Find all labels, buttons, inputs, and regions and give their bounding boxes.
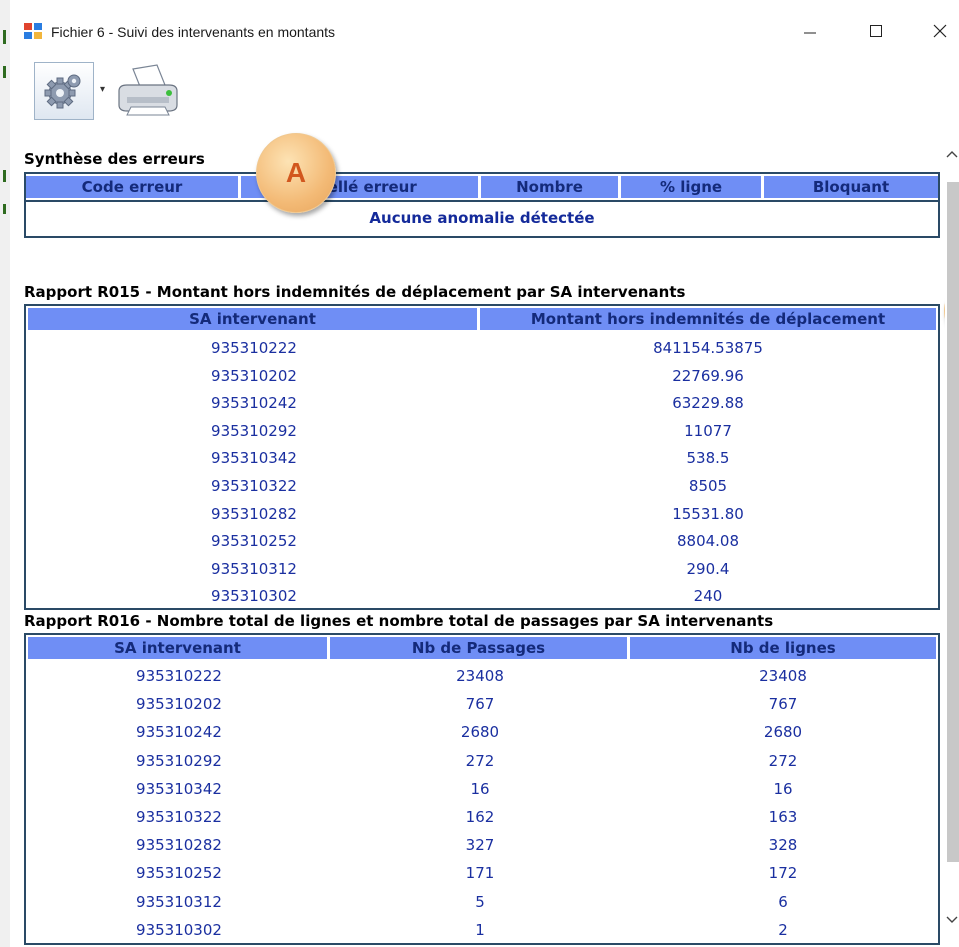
r016-cell-sa: 935310222 xyxy=(136,667,222,685)
r016-table: SA intervenant Nb de Passages Nb de lign… xyxy=(24,633,940,945)
window-title: Fichier 6 - Suivi des intervenants en mo… xyxy=(51,24,336,40)
r016-cell-lines: 163 xyxy=(768,808,798,826)
r016-cell-passages: 16 xyxy=(470,779,490,798)
errors-header-percent: % ligne xyxy=(621,176,764,198)
r016-cell-sa: 935310342 xyxy=(136,779,222,798)
r015-cell-amount: 63229.88 xyxy=(672,394,744,413)
vertical-scrollbar[interactable] xyxy=(945,130,959,947)
r016-cell-lines: 172 xyxy=(768,864,798,883)
r015-cell-amount: 240 xyxy=(693,587,723,606)
r016-cell-sa: 935310282 xyxy=(136,836,222,855)
r015-cell-sa: 935310312 xyxy=(211,559,297,578)
r016-cell-passages: 5 xyxy=(475,892,485,911)
r015-cell-amount: 8804.08 xyxy=(676,532,740,551)
r015-cell-amount: 15531.80 xyxy=(672,504,744,523)
r016-cell-lines: 23408 xyxy=(759,667,807,685)
report-view: Synthèse des erreurs Code erreur Libellé… xyxy=(10,130,945,947)
maximize-button[interactable] xyxy=(858,18,894,44)
r016-cell-sa: 935310242 xyxy=(136,723,222,742)
r016-cell-sa: 935310202 xyxy=(136,695,222,714)
annotation-badge-a: A xyxy=(256,133,336,213)
r015-title: Rapport R015 - Montant hors indemnités d… xyxy=(24,283,686,301)
scroll-up-icon[interactable] xyxy=(945,144,959,164)
r015-cell-sa: 935310282 xyxy=(211,504,297,523)
r016-cell-passages: 327 xyxy=(465,836,495,855)
errors-header-count: Nombre xyxy=(481,176,621,198)
r016-header-passages: Nb de Passages xyxy=(330,637,630,659)
r016-cell-lines: 6 xyxy=(778,892,788,911)
errors-header-blocking: Bloquant xyxy=(764,176,938,198)
r016-cell-passages: 2680 xyxy=(460,723,500,742)
toolbar: ▾ xyxy=(10,62,959,130)
app-icon xyxy=(24,23,42,39)
r015-cell-sa: 935310322 xyxy=(211,477,297,495)
minimize-icon xyxy=(804,32,816,34)
r016-header-sa: SA intervenant xyxy=(28,637,330,659)
r015-cell-amount: 22769.96 xyxy=(672,366,744,385)
r015-cell-sa: 935310242 xyxy=(211,394,297,413)
r016-cell-lines: 16 xyxy=(773,779,793,798)
r016-cell-passages: 1 xyxy=(475,920,485,939)
errors-section-title: Synthèse des erreurs xyxy=(24,150,205,168)
r016-cell-sa: 935310252 xyxy=(136,864,222,883)
r016-cell-lines: 272 xyxy=(768,751,798,770)
r016-cell-lines: 2680 xyxy=(763,723,803,742)
r015-header-sa: SA intervenant xyxy=(28,308,480,330)
r016-cell-passages: 162 xyxy=(465,808,495,826)
r015-cell-sa: 935310222 xyxy=(211,339,297,357)
r016-cell-passages: 23408 xyxy=(456,667,504,685)
r016-cell-sa: 935310292 xyxy=(136,751,222,770)
r016-cell-lines: 2 xyxy=(778,920,788,939)
r015-cell-amount: 538.5 xyxy=(686,449,730,468)
scroll-down-icon[interactable] xyxy=(945,910,959,930)
minimize-button[interactable] xyxy=(792,18,828,44)
r016-cell-sa: 935310312 xyxy=(136,892,222,911)
r016-cell-sa: 935310322 xyxy=(136,808,222,826)
dropdown-arrow-icon[interactable]: ▾ xyxy=(100,84,105,95)
r015-cell-amount: 290.4 xyxy=(686,559,730,578)
r015-header-amount: Montant hors indemnités de déplacement xyxy=(480,308,936,330)
errors-header-code: Code erreur xyxy=(26,176,241,198)
r016-cell-lines: 328 xyxy=(768,836,798,855)
r015-cell-sa: 935310252 xyxy=(211,532,297,551)
title-bar: Fichier 6 - Suivi des intervenants en mo… xyxy=(10,0,959,62)
scrollbar-thumb[interactable] xyxy=(947,182,959,862)
r015-cell-sa: 935310342 xyxy=(211,449,297,468)
r015-cell-sa: 935310292 xyxy=(211,421,297,440)
printer-icon xyxy=(118,64,178,116)
close-button[interactable] xyxy=(922,18,958,44)
r015-cell-amount: 8505 xyxy=(688,477,728,495)
print-button[interactable] xyxy=(110,62,186,120)
gear-icon xyxy=(44,74,81,109)
r015-cell-amount: 841154.53875 xyxy=(653,339,763,357)
errors-table: Code erreur Libellé erreur Nombre % lign… xyxy=(24,172,940,238)
r016-cell-lines: 767 xyxy=(768,695,798,714)
errors-empty-message: Aucune anomalie détectée xyxy=(369,209,595,227)
r016-header-lines: Nb de lignes xyxy=(630,637,936,659)
r015-cell-sa: 935310302 xyxy=(211,587,297,606)
r016-title: Rapport R016 - Nombre total de lignes et… xyxy=(24,612,774,630)
r015-cell-sa: 935310202 xyxy=(211,366,297,385)
settings-button[interactable] xyxy=(34,62,94,120)
r015-cell-amount: 11077 xyxy=(684,421,732,440)
r015-table: SA intervenant Montant hors indemnités d… xyxy=(24,304,940,610)
close-icon xyxy=(933,24,947,38)
maximize-icon xyxy=(870,25,882,37)
r016-cell-sa: 935310302 xyxy=(136,920,222,939)
r016-cell-passages: 272 xyxy=(465,751,495,770)
r016-cell-passages: 767 xyxy=(465,695,495,714)
r016-cell-passages: 171 xyxy=(465,864,495,883)
